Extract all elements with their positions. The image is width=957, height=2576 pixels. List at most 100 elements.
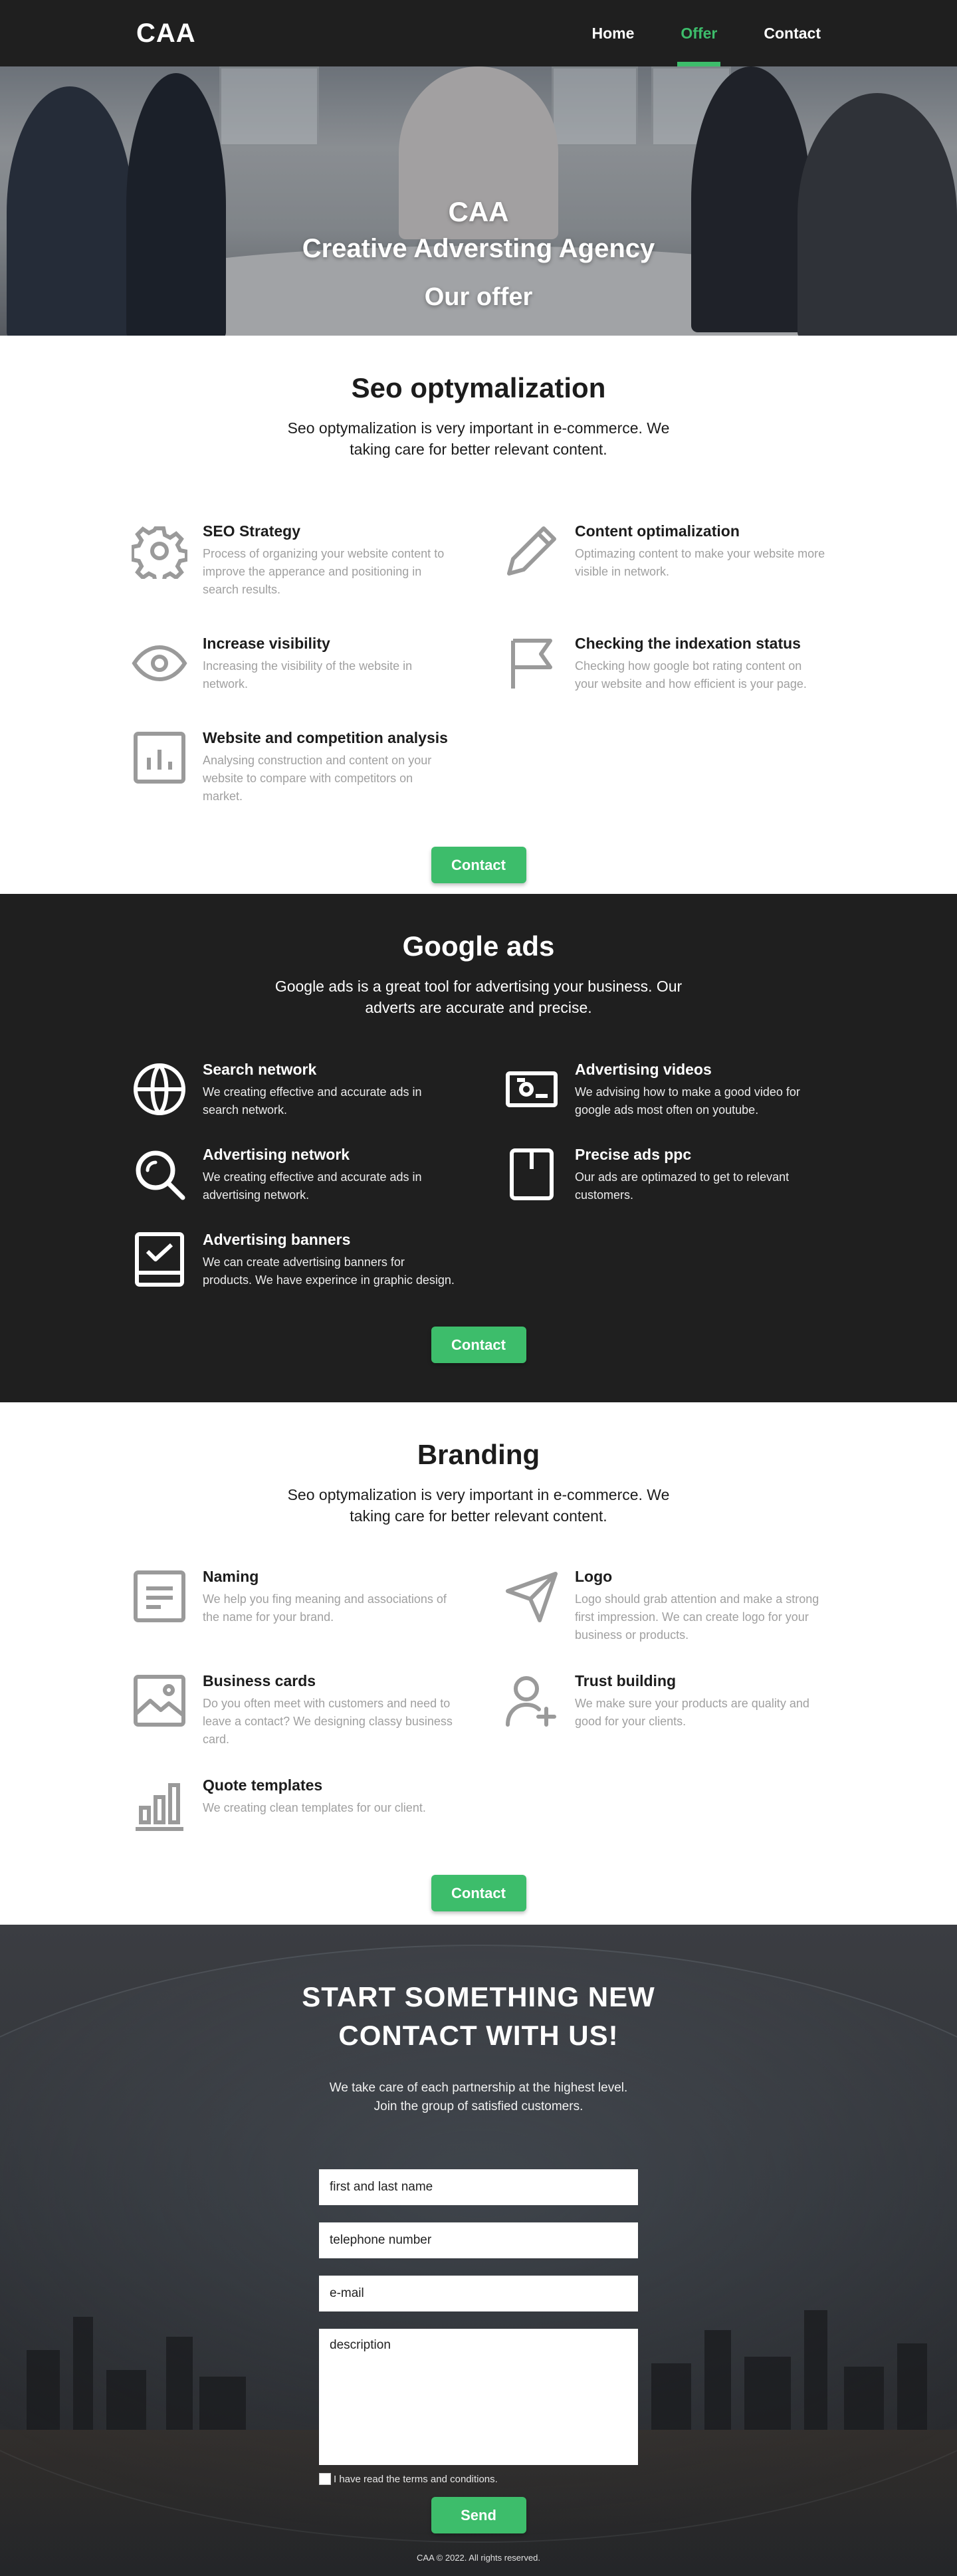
feature-item: Advertising videos We advising how to ma… — [502, 1059, 827, 1119]
magnifier-icon — [130, 1144, 189, 1204]
feature-item: Advertising network We creating effectiv… — [130, 1144, 455, 1204]
feature-title: Content optimalization — [575, 522, 740, 540]
branding-title: Branding — [417, 1439, 540, 1470]
seo-section: Seo optymalization Seo optymalization is… — [0, 336, 957, 894]
feature-item: Precise ads ppc Our ads are optimazed to… — [502, 1144, 827, 1204]
feature-title: Advertising banners — [203, 1231, 351, 1248]
feature-desc: We can create advertising banners for pr… — [203, 1255, 455, 1287]
google-ads-section: Google ads Google ads is a great tool fo… — [0, 894, 957, 1402]
feature-title: Website and competition analysis — [203, 729, 448, 746]
feature-desc: We creating effective and accurate ads i… — [203, 1170, 422, 1202]
name-field[interactable] — [319, 2169, 638, 2205]
logo[interactable]: CAA — [136, 19, 196, 49]
feature-item: Business cards Do you often meet with cu… — [130, 1671, 455, 1749]
feature-item: Website and competition analysis Analysi… — [130, 728, 455, 805]
pencil-icon — [502, 521, 562, 581]
feature-desc: Our ads are optimazed to get to relevant… — [575, 1170, 790, 1202]
nav-home-link[interactable]: Home — [569, 0, 658, 66]
feature-title: Naming — [203, 1568, 259, 1585]
feature-desc: We advising how to make a good video for… — [575, 1085, 800, 1117]
feature-title: Advertising videos — [575, 1061, 712, 1078]
feature-item: Checking the indexation status Checking … — [502, 633, 827, 693]
bookmark-icon — [502, 1144, 562, 1204]
eye-icon — [130, 633, 189, 693]
feature-desc: We make sure your products are quality a… — [575, 1697, 809, 1728]
feature-title: Advertising network — [203, 1146, 350, 1163]
seo-features: SEO Strategy Process of organizing your … — [130, 521, 827, 805]
bar-chart-icon — [130, 1775, 189, 1835]
feature-item: Search network We creating effective and… — [130, 1059, 455, 1119]
ads-lead: Google ads is a great tool for advertisi… — [274, 978, 683, 1016]
hero-subtitle: Creative Adversting Agency — [302, 234, 655, 263]
email-field[interactable] — [319, 2276, 638, 2311]
feature-desc: Logo should grab attention and make a st… — [575, 1592, 819, 1642]
feature-desc: We creating effective and accurate ads i… — [203, 1085, 422, 1117]
ads-features: Search network We creating effective and… — [130, 1059, 827, 1289]
feature-title: Logo — [575, 1568, 613, 1585]
feature-item: Trust building We make sure your product… — [502, 1671, 827, 1749]
footer-copyright: CAA © 2022. All rights reserved. — [417, 2553, 540, 2563]
description-field[interactable] — [319, 2329, 638, 2465]
send-icon — [502, 1566, 562, 1626]
branding-lead: Seo optymalization is very important in … — [287, 1486, 670, 1525]
seo-lead: Seo optymalization is very important in … — [287, 419, 670, 458]
feature-desc: We creating clean templates for our clie… — [203, 1801, 426, 1814]
feature-title: Business cards — [203, 1672, 316, 1689]
ads-contact-button[interactable]: Contact — [431, 1327, 526, 1363]
contact-title-line2: CONTACT WITH US! — [338, 2020, 619, 2051]
seo-title: Seo optymalization — [351, 372, 606, 403]
nav-contact-link[interactable]: Contact — [740, 0, 844, 66]
feature-desc: Analysing construction and content on yo… — [203, 754, 432, 803]
feature-title: Precise ads ppc — [575, 1146, 692, 1163]
terms-checkbox-row[interactable]: I have read the terms and conditions. — [319, 2473, 638, 2485]
main-menu: Home Offer Contact — [569, 0, 844, 66]
feature-item: SEO Strategy Process of organizing your … — [130, 521, 455, 599]
feature-title: Search network — [203, 1061, 317, 1078]
feature-title: Increase visibility — [203, 635, 330, 652]
feature-title: SEO Strategy — [203, 522, 300, 540]
user-plus-icon — [502, 1671, 562, 1731]
feature-title: Trust building — [575, 1672, 677, 1689]
contact-title: START SOMETHING NEW CONTACT WITH US! — [0, 1978, 957, 2055]
contact-content: START SOMETHING NEW CONTACT WITH US! We … — [0, 1925, 957, 2533]
flag-icon — [502, 633, 562, 693]
branding-section: Branding Seo optymalization is very impo… — [0, 1402, 957, 1925]
contact-lead: We take care of each partnership at the … — [329, 2081, 628, 2113]
branding-contact-button[interactable]: Contact — [431, 1875, 526, 1911]
hero-title: CAA — [448, 196, 509, 227]
contact-title-line1: START SOMETHING NEW — [302, 1981, 655, 2012]
terms-label: I have read the terms and conditions. — [334, 2473, 498, 2485]
document-icon — [130, 1566, 189, 1626]
phone-field[interactable] — [319, 2222, 638, 2258]
branding-features: Naming We help you fing meaning and asso… — [130, 1566, 827, 1835]
hero-banner: CAA Creative Adversting Agency Our offer — [0, 66, 957, 336]
feature-desc: We help you fing meaning and association… — [203, 1592, 447, 1624]
feature-desc: Optimazing content to make your website … — [575, 547, 825, 578]
contact-section: START SOMETHING NEW CONTACT WITH US! We … — [0, 1925, 957, 2576]
hero-offer-heading: Our offer — [424, 283, 533, 311]
feature-title: Quote templates — [203, 1776, 323, 1794]
chart-icon — [130, 728, 189, 788]
feature-desc: Do you often meet with customers and nee… — [203, 1697, 453, 1746]
image-icon — [130, 1671, 189, 1731]
top-navbar: CAA Home Offer Contact — [0, 0, 957, 66]
feature-desc: Checking how google bot rating content o… — [575, 659, 807, 691]
send-button[interactable]: Send — [431, 2497, 526, 2533]
feature-item: Logo Logo should grab attention and make… — [502, 1566, 827, 1644]
contact-form: I have read the terms and conditions. Se… — [319, 2169, 638, 2533]
video-icon — [502, 1059, 562, 1119]
feature-item: Advertising banners We can create advert… — [130, 1230, 455, 1289]
feature-desc: Increasing the visibility of the website… — [203, 659, 413, 691]
seo-contact-button[interactable]: Contact — [431, 847, 526, 883]
gear-icon — [130, 521, 189, 581]
terms-checkbox[interactable] — [319, 2473, 331, 2485]
feature-item: Naming We help you fing meaning and asso… — [130, 1566, 455, 1644]
feature-item: Increase visibility Increasing the visib… — [130, 633, 455, 693]
feature-item: Content optimalization Optimazing conten… — [502, 521, 827, 599]
globe-icon — [130, 1059, 189, 1119]
ads-title: Google ads — [402, 930, 555, 962]
feature-item: Quote templates We creating clean templa… — [130, 1775, 455, 1835]
feature-title: Checking the indexation status — [575, 635, 801, 652]
nav-offer-link[interactable]: Offer — [657, 0, 740, 66]
feature-desc: Process of organizing your website conte… — [203, 547, 445, 596]
